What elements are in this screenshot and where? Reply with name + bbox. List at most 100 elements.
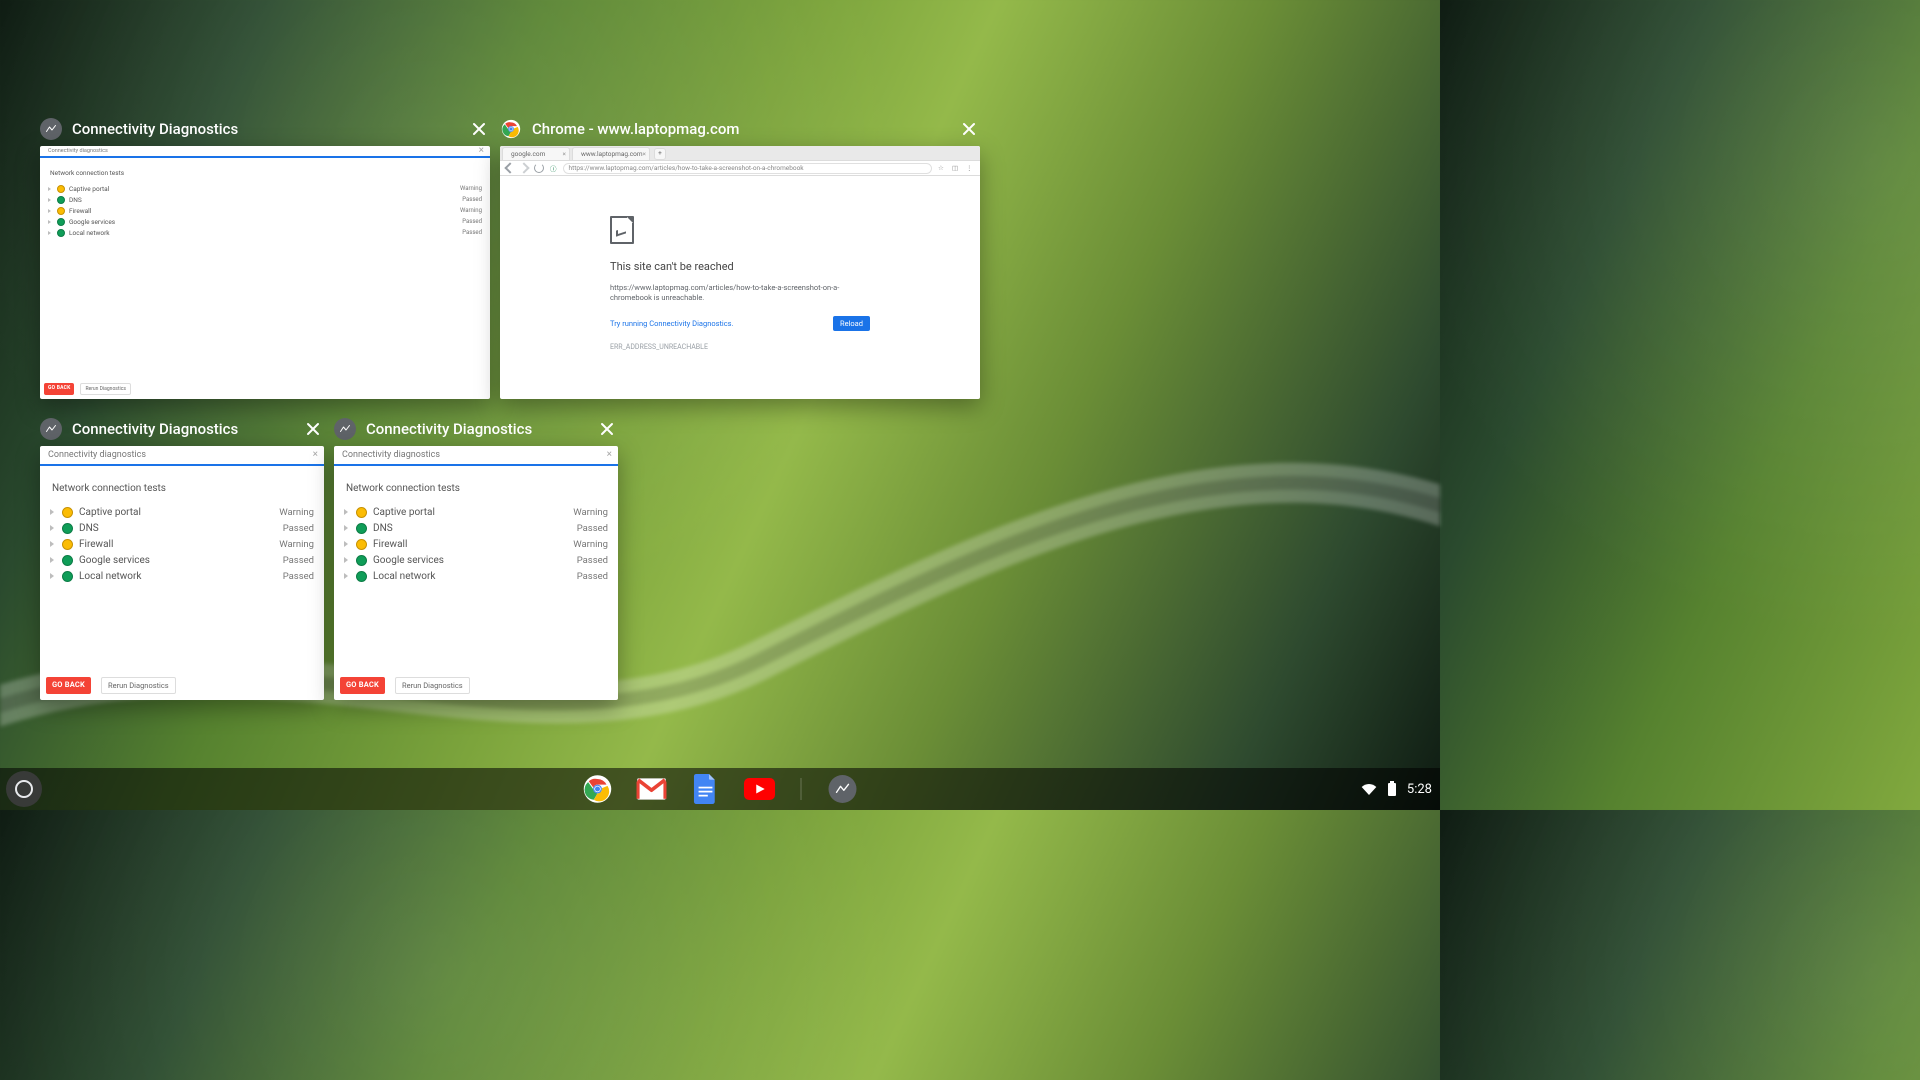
close-icon: × xyxy=(563,148,566,160)
window-preview[interactable]: Connectivity diagnostics × Network conne… xyxy=(40,146,490,399)
launcher-ring-icon xyxy=(15,780,33,798)
chevron-right-icon xyxy=(344,525,348,531)
test-row[interactable]: FirewallWarning xyxy=(344,536,608,552)
window-close-button[interactable] xyxy=(468,118,490,140)
address-bar[interactable]: https://www.laptopmag.com/articles/how-t… xyxy=(563,163,933,174)
shelf-app-docs[interactable] xyxy=(689,772,723,806)
tests-heading: Network connection tests xyxy=(346,483,608,494)
test-row[interactable]: Captive portal Warning xyxy=(48,183,482,194)
test-status: Warning xyxy=(452,185,482,192)
reload-button[interactable]: Reload xyxy=(833,316,870,331)
tests-heading: Network connection tests xyxy=(52,483,314,494)
chrome-app-icon xyxy=(500,118,522,140)
app-tab-label: Connectivity diagnostics xyxy=(48,148,108,154)
test-row[interactable]: FirewallWarning xyxy=(50,536,314,552)
browser-tab[interactable]: google.com× xyxy=(502,147,570,160)
close-icon: × xyxy=(607,446,612,464)
overview-window-diagnostics-3[interactable]: Connectivity Diagnostics Connectivity di… xyxy=(334,418,618,700)
shelf-app-diagnostics[interactable] xyxy=(826,772,860,806)
window-close-button[interactable] xyxy=(302,418,324,440)
tab-label: www.laptopmag.com xyxy=(581,150,643,158)
overview-window-diagnostics-1[interactable]: Connectivity Diagnostics Connectivity di… xyxy=(40,118,490,399)
shelf-app-gmail[interactable] xyxy=(635,772,669,806)
app-internal-tab: Connectivity diagnostics × xyxy=(40,446,324,465)
test-status: Warning xyxy=(452,207,482,214)
test-row[interactable]: Google servicesPassed xyxy=(50,552,314,568)
test-status: Passed xyxy=(274,523,314,534)
test-name: Captive portal xyxy=(79,507,268,518)
app-tab-label: Connectivity diagnostics xyxy=(342,450,440,460)
diagnostics-app-icon xyxy=(40,118,62,140)
go-back-button[interactable]: GO BACK xyxy=(340,677,385,694)
test-name: Local network xyxy=(373,571,562,582)
test-name: Captive portal xyxy=(69,185,448,193)
new-tab-button[interactable]: + xyxy=(654,148,666,160)
clock: 5:28 xyxy=(1407,782,1432,797)
window-preview[interactable]: Connectivity diagnostics × Network conne… xyxy=(40,446,324,700)
rerun-diagnostics-button[interactable]: Rerun Diagnostics xyxy=(395,677,470,694)
chevron-right-icon xyxy=(344,541,348,547)
test-status: Passed xyxy=(452,196,482,203)
test-row[interactable]: Local networkPassed xyxy=(344,568,608,584)
test-row[interactable]: Captive portalWarning xyxy=(344,504,608,520)
test-status: Passed xyxy=(452,229,482,236)
test-row[interactable]: DNSPassed xyxy=(50,520,314,536)
window-preview[interactable]: google.com× www.laptopmag.com× + ⓘ https… xyxy=(500,146,980,399)
extensions-icon[interactable]: ◫ xyxy=(952,164,960,172)
window-close-button[interactable] xyxy=(596,418,618,440)
shelf-apps xyxy=(581,772,860,806)
test-row[interactable]: Google servicesPassed xyxy=(48,216,482,227)
go-back-button[interactable]: GO BACK xyxy=(46,677,91,694)
rerun-diagnostics-button[interactable]: Rerun Diagnostics xyxy=(101,677,176,694)
status-dot-warn xyxy=(62,539,73,550)
broken-page-icon xyxy=(610,216,634,244)
launcher-button[interactable] xyxy=(6,771,42,807)
test-row[interactable]: FirewallWarning xyxy=(48,205,482,216)
reload-icon[interactable] xyxy=(534,163,544,173)
back-icon[interactable] xyxy=(504,162,515,173)
app-internal-tab: Connectivity diagnostics × xyxy=(40,146,490,157)
star-icon[interactable]: ☆ xyxy=(938,164,946,172)
window-close-button[interactable] xyxy=(958,118,980,140)
shelf-app-chrome[interactable] xyxy=(581,772,615,806)
chrome-error-page: This site can't be reached https://www.l… xyxy=(500,176,980,351)
test-name: Firewall xyxy=(79,539,268,550)
test-row[interactable]: DNS Passed xyxy=(344,520,608,536)
forward-icon[interactable] xyxy=(518,162,529,173)
chevron-right-icon xyxy=(344,509,348,515)
overview-window-diagnostics-2[interactable]: Connectivity Diagnostics Connectivity di… xyxy=(40,418,324,700)
window-titlebar: Chrome - www.laptopmag.com xyxy=(500,118,980,140)
overview-window-chrome[interactable]: Chrome - www.laptopmag.com google.com× w… xyxy=(500,118,980,399)
status-dot-pass xyxy=(62,555,73,566)
shelf-app-youtube[interactable] xyxy=(743,772,777,806)
menu-icon[interactable]: ⋮ xyxy=(966,164,974,172)
window-title: Connectivity Diagnostics xyxy=(72,120,458,138)
test-name: Google services xyxy=(69,218,448,226)
browser-tab[interactable]: www.laptopmag.com× xyxy=(572,147,650,160)
test-name: DNS xyxy=(373,523,562,534)
test-row[interactable]: Google servicesPassed xyxy=(344,552,608,568)
test-name: Firewall xyxy=(373,539,562,550)
status-dot-warn xyxy=(356,539,367,550)
status-tray[interactable]: 5:28 xyxy=(1361,781,1432,797)
test-status: Warning xyxy=(274,507,314,518)
chevron-right-icon xyxy=(48,231,51,235)
test-name: Google services xyxy=(373,555,562,566)
status-dot-pass xyxy=(356,523,367,534)
test-row[interactable]: Local networkPassed xyxy=(50,568,314,584)
test-name: Google services xyxy=(79,555,268,566)
window-preview[interactable]: Connectivity diagnostics × Network conne… xyxy=(334,446,618,700)
go-back-button[interactable]: GO BACK xyxy=(44,383,74,395)
rerun-diagnostics-button[interactable]: Rerun Diagnostics xyxy=(80,383,130,395)
test-row[interactable]: Captive portal Warning xyxy=(50,504,314,520)
app-tab-label: Connectivity diagnostics xyxy=(48,450,146,460)
test-row[interactable]: Local networkPassed xyxy=(48,227,482,238)
error-suggestion-link[interactable]: Try running Connectivity Diagnostics. xyxy=(610,319,734,328)
status-dot-warn xyxy=(57,207,65,215)
chevron-right-icon xyxy=(48,187,51,191)
test-status: Passed xyxy=(568,523,608,534)
shelf: 5:28 xyxy=(0,768,1440,810)
battery-icon xyxy=(1387,781,1397,797)
test-row[interactable]: DNSPassed xyxy=(48,194,482,205)
browser-toolbar: ⓘ https://www.laptopmag.com/articles/how… xyxy=(500,161,980,176)
